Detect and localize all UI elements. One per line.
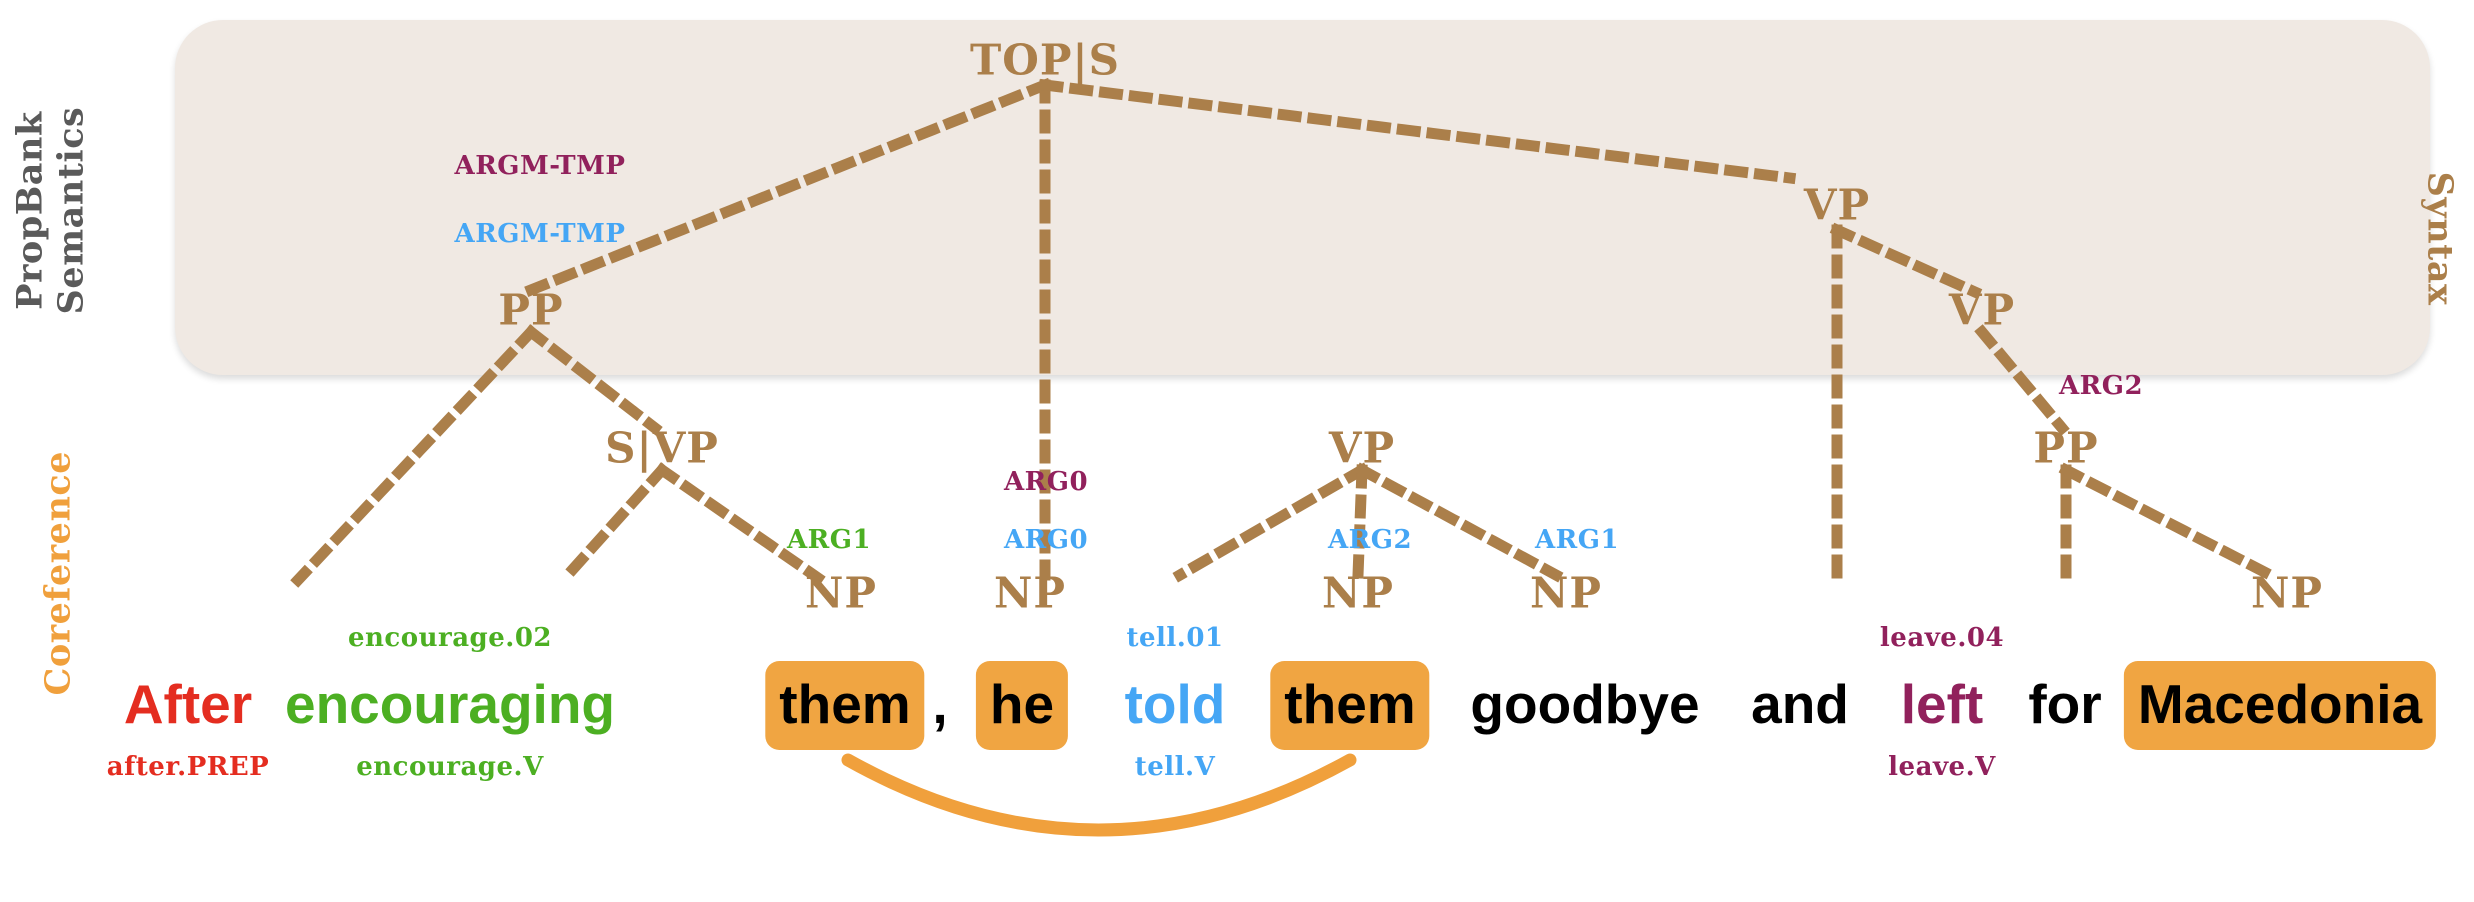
token-word: them xyxy=(1270,661,1430,750)
token-word: and xyxy=(1751,673,1849,735)
role-label-arg2-leave: ARG2 xyxy=(2058,371,2144,401)
syntax-caption: Syntax xyxy=(2419,171,2461,306)
tree-node-pp-2: PP xyxy=(2033,423,2099,473)
role-label-arg0-tell: ARG0 xyxy=(1003,525,1089,555)
tree-node-vp-1: VP xyxy=(1328,423,1396,473)
token-word: left xyxy=(1900,673,1984,735)
sentence-token: .them. xyxy=(765,625,925,786)
role-label-arg1-encourage: ARG1 xyxy=(786,525,872,555)
tree-node-s-vp: S|VP xyxy=(605,423,719,473)
caption-propbank-line2: Semantics xyxy=(50,106,91,315)
sentence-token: .Macedonia. xyxy=(2123,625,2437,786)
token-word: them xyxy=(765,661,925,750)
sentence-token: .Afterafter.PREP xyxy=(107,625,269,786)
sentence-row: .Afterafter.PREPencourage.02encouraginge… xyxy=(0,624,2474,781)
tree-node-np-5: NP xyxy=(2251,568,2323,618)
token-word: , xyxy=(932,673,948,735)
propbank-semantics-caption: PropBank Semantics xyxy=(9,96,91,326)
diagram-canvas: PropBank Semantics Syntax Coreference TO… xyxy=(0,0,2474,902)
tree-node-pp-1: PP xyxy=(498,285,564,335)
token-sense-label: encourage.02 xyxy=(347,623,553,653)
role-label-argm-tmp-leave: ARGM-TMP xyxy=(454,151,626,181)
token-sense-label: tell.01 xyxy=(1126,623,1224,653)
sentence-token: .for. xyxy=(2014,625,2115,786)
sentence-token: .goodbye. xyxy=(1456,625,1713,786)
token-word: told xyxy=(1124,673,1226,735)
role-label-arg2-tell: ARG2 xyxy=(1327,525,1413,555)
token-word: goodbye xyxy=(1470,673,1700,735)
sentence-token: leave.04 left leave.V xyxy=(1879,623,2005,786)
tree-node-vp-3: VP xyxy=(1948,285,2016,335)
sentence-token: .he. xyxy=(975,625,1069,786)
role-label-arg0-leave: ARG0 xyxy=(1003,467,1089,497)
tree-node-np-1: NP xyxy=(805,568,877,618)
token-word: Macedonia xyxy=(2123,661,2437,750)
tree-node-np-4: NP xyxy=(1530,568,1602,618)
sentence-token: .,. xyxy=(918,625,961,786)
token-predicate-label: encourage.V xyxy=(356,752,544,782)
token-predicate-label: leave.V xyxy=(1888,752,1996,782)
tree-node-vp-2: VP xyxy=(1803,180,1871,230)
token-word: for xyxy=(2028,673,2102,735)
sentence-token: .and. xyxy=(1737,625,1863,786)
caption-propbank-line1: PropBank xyxy=(9,111,51,310)
tree-node-np-2: NP xyxy=(994,568,1066,618)
sentence-token: encourage.02 encouraging encourage.V xyxy=(271,623,629,786)
sentence-token: tell.01 told tell.V xyxy=(1111,623,1240,786)
sentence-token: .them. xyxy=(1270,625,1430,786)
tree-node-top-s: TOP|S xyxy=(969,35,1121,85)
token-predicate-label: tell.V xyxy=(1134,752,1216,782)
token-word: he xyxy=(975,661,1069,750)
role-label-arg1-tell: ARG1 xyxy=(1534,525,1620,555)
token-predicate-label: after.PREP xyxy=(106,752,270,782)
token-word: encouraging xyxy=(284,673,616,735)
role-label-argm-tmp-tell: ARGM-TMP xyxy=(454,219,626,249)
token-sense-label: leave.04 xyxy=(1879,623,2005,653)
tree-node-np-3: NP xyxy=(1322,568,1394,618)
token-word: After xyxy=(123,673,253,735)
